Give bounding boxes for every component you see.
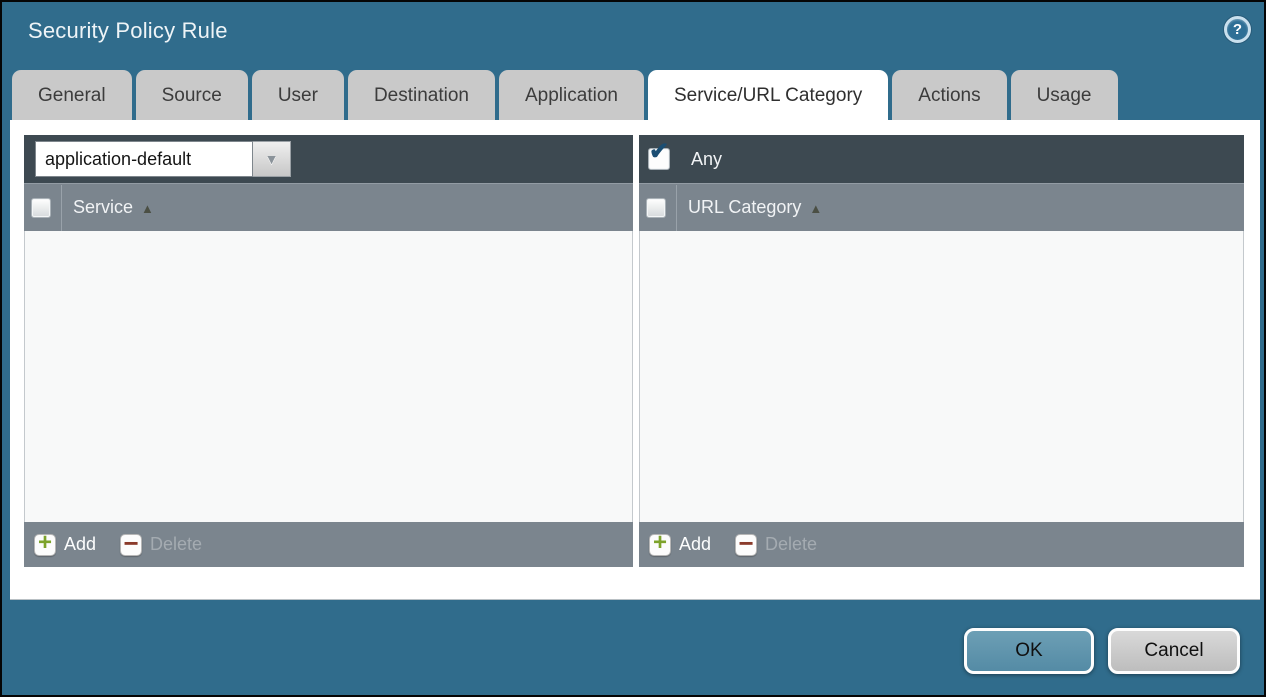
add-button-label: Add bbox=[64, 534, 96, 555]
ok-button[interactable]: OK bbox=[964, 628, 1094, 674]
tab-actions[interactable]: Actions bbox=[892, 70, 1006, 120]
column-divider bbox=[61, 185, 62, 231]
url-category-delete-button[interactable]: − Delete bbox=[735, 534, 817, 556]
chevron-down-icon: ▼ bbox=[265, 152, 279, 166]
tab-bar: General Source User Destination Applicat… bbox=[12, 70, 1118, 120]
security-policy-rule-dialog: Security Policy Rule ? General Source Us… bbox=[0, 0, 1266, 697]
url-category-panel: ✔ Any URL Category ▲ + Add − Delete bbox=[639, 135, 1244, 567]
add-icon: + bbox=[649, 534, 671, 556]
tab-user[interactable]: User bbox=[252, 70, 344, 120]
service-url-category-tab-content: application-default ▼ Service ▲ + Add bbox=[10, 120, 1260, 600]
delete-button-label: Delete bbox=[150, 534, 202, 555]
tab-source[interactable]: Source bbox=[136, 70, 248, 120]
url-category-footer-bar: + Add − Delete bbox=[639, 522, 1244, 567]
service-column-header[interactable]: Service bbox=[73, 197, 133, 218]
add-icon: + bbox=[34, 534, 56, 556]
column-divider bbox=[676, 185, 677, 231]
service-delete-button[interactable]: − Delete bbox=[120, 534, 202, 556]
cancel-button[interactable]: Cancel bbox=[1108, 628, 1240, 674]
service-mode-dropdown-button[interactable]: ▼ bbox=[253, 141, 291, 177]
question-mark-glyph: ? bbox=[1233, 22, 1242, 37]
any-checkbox-label[interactable]: Any bbox=[691, 149, 722, 170]
url-category-column-header[interactable]: URL Category bbox=[688, 197, 801, 218]
url-category-toolbar: ✔ Any bbox=[639, 135, 1244, 183]
service-add-button[interactable]: + Add bbox=[34, 534, 96, 556]
service-select-all-checkbox[interactable] bbox=[31, 198, 51, 218]
tab-general[interactable]: General bbox=[12, 70, 132, 120]
service-toolbar: application-default ▼ bbox=[24, 135, 633, 183]
url-category-column-header-row: URL Category ▲ bbox=[639, 183, 1244, 231]
service-mode-dropdown[interactable]: application-default ▼ bbox=[35, 141, 291, 177]
url-category-select-all-checkbox[interactable] bbox=[646, 198, 666, 218]
sort-ascending-icon[interactable]: ▲ bbox=[809, 199, 822, 216]
delete-icon: − bbox=[735, 534, 757, 556]
checkmark-icon: ✔ bbox=[649, 140, 669, 164]
service-list[interactable] bbox=[24, 231, 633, 522]
service-footer-bar: + Add − Delete bbox=[24, 522, 633, 567]
tab-service-url-category[interactable]: Service/URL Category bbox=[648, 70, 888, 120]
service-panel: application-default ▼ Service ▲ + Add bbox=[24, 135, 633, 567]
tab-destination[interactable]: Destination bbox=[348, 70, 495, 120]
sort-ascending-icon[interactable]: ▲ bbox=[141, 199, 154, 216]
any-checkbox[interactable]: ✔ bbox=[648, 148, 670, 170]
tab-usage[interactable]: Usage bbox=[1011, 70, 1118, 120]
url-category-list[interactable] bbox=[639, 231, 1244, 522]
service-mode-dropdown-value[interactable]: application-default bbox=[35, 141, 253, 177]
delete-icon: − bbox=[120, 534, 142, 556]
tab-application[interactable]: Application bbox=[499, 70, 644, 120]
url-category-add-button[interactable]: + Add bbox=[649, 534, 711, 556]
help-icon[interactable]: ? bbox=[1224, 16, 1251, 43]
delete-button-label: Delete bbox=[765, 534, 817, 555]
service-column-header-row: Service ▲ bbox=[24, 183, 633, 231]
add-button-label: Add bbox=[679, 534, 711, 555]
dialog-title: Security Policy Rule bbox=[28, 18, 228, 44]
